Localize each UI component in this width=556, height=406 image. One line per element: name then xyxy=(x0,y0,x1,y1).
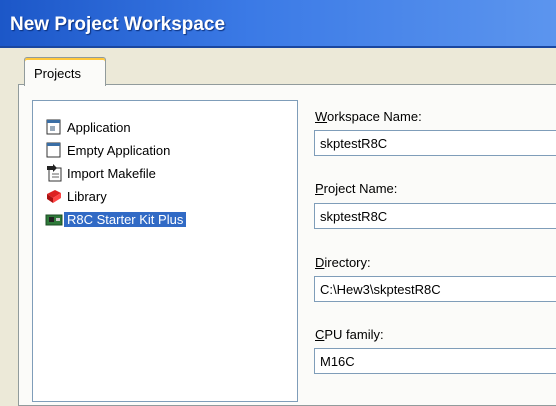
project-type-library[interactable]: Library xyxy=(41,186,291,206)
title-bar[interactable]: New Project Workspace xyxy=(0,0,556,48)
project-name-field[interactable]: skptestR8C xyxy=(314,203,556,229)
directory-value: C:\Hew3\skptestR8C xyxy=(320,282,441,297)
project-type-import-makefile[interactable]: Import Makefile xyxy=(41,163,291,183)
workspace-name-field[interactable]: skptestR8C xyxy=(314,130,556,156)
workspace-name-value: skptestR8C xyxy=(320,136,388,151)
project-type-empty-application[interactable]: Empty Application xyxy=(41,140,291,160)
project-type-r8c-starter-kit-plus[interactable]: R8C Starter Kit Plus xyxy=(41,209,291,229)
starter-kit-icon xyxy=(45,214,63,226)
project-type-label: R8C Starter Kit Plus xyxy=(64,212,187,227)
application-icon xyxy=(46,119,61,135)
window-title: New Project Workspace xyxy=(10,14,226,35)
project-type-label: Application xyxy=(67,120,131,135)
cpu-family-select[interactable]: M16C xyxy=(314,348,556,374)
project-type-label: Empty Application xyxy=(67,143,171,158)
cpu-family-label: CPU family: xyxy=(315,327,384,342)
empty-application-icon xyxy=(46,142,61,158)
library-icon xyxy=(47,190,61,203)
directory-field[interactable]: C:\Hew3\skptestR8C xyxy=(314,276,556,302)
tab-projects-label: Projects xyxy=(34,66,81,81)
tab-projects[interactable]: Projects xyxy=(24,57,106,86)
project-name-label: Project Name: xyxy=(315,181,398,196)
directory-label: Directory: xyxy=(315,255,371,270)
workspace-name-label: Workspace Name: xyxy=(315,109,422,124)
project-type-label: Import Makefile xyxy=(67,166,156,181)
project-name-value: skptestR8C xyxy=(320,209,388,224)
project-type-label: Library xyxy=(67,189,107,204)
cpu-family-value: M16C xyxy=(320,354,355,369)
project-type-list[interactable]: Application Empty Application Import Mak… xyxy=(32,100,298,402)
project-type-application[interactable]: Application xyxy=(41,117,291,137)
import-makefile-icon xyxy=(47,164,62,182)
